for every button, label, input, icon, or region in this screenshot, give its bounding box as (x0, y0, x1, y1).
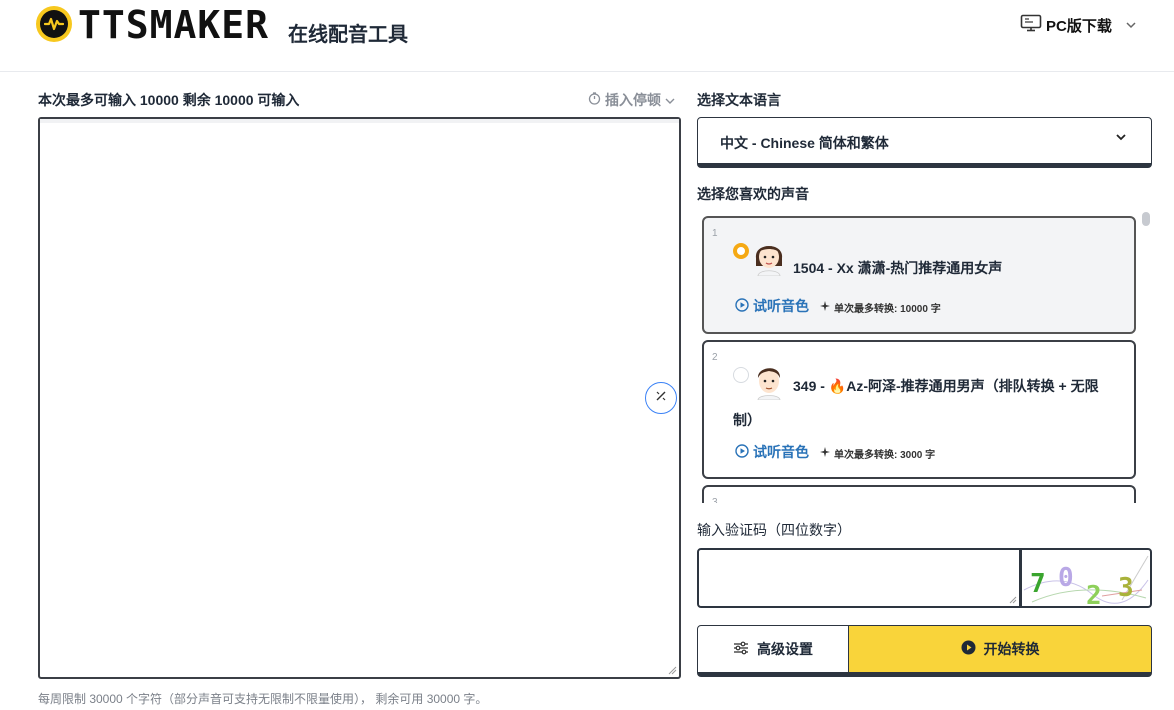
listen-label: 试听音色 (753, 444, 809, 460)
listen-label: 试听音色 (753, 298, 809, 314)
chevron-down-icon (1126, 18, 1136, 32)
start-convert-button[interactable]: 开始转换 (848, 625, 1152, 677)
sliders-icon (733, 641, 749, 658)
listen-voice-button[interactable]: 试听音色 (735, 442, 809, 462)
voice-label: 选择您喜欢的声音 (697, 186, 809, 202)
voice-limit-text: 单次最多转换: 10000 字 (834, 304, 941, 315)
advanced-settings-label: 高级设置 (757, 641, 813, 657)
brand-name[interactable]: TTSMAKER (78, 4, 269, 46)
header: TTSMAKER 在线配音工具 PC版下载 (0, 0, 1174, 72)
sparkle-icon (820, 447, 830, 460)
captcha-digit: 3 (1118, 573, 1134, 603)
insert-pause-label: 插入停顿 (605, 92, 661, 108)
female-avatar-icon (752, 236, 786, 277)
captcha-digit: 0 (1058, 563, 1074, 593)
voice-limit: 单次最多转换: 10000 字 (820, 300, 941, 315)
sparkle-icon (820, 301, 830, 314)
captcha-digit: 7 (1030, 569, 1046, 599)
voice-radio-2[interactable] (733, 367, 749, 383)
captcha-label: 输入验证码（四位数字） (697, 522, 851, 538)
voice-list-scrollbar[interactable] (1140, 210, 1152, 503)
voice-index: 3 (712, 497, 718, 503)
resize-handle-icon[interactable] (667, 665, 677, 675)
voice-name: 1504 - Xx 潇潇-热门推荐通用女声 (793, 260, 1003, 276)
captcha-image[interactable]: 7 0 2 3 (1020, 548, 1152, 608)
voice-card-3[interactable]: 3 (702, 485, 1136, 503)
voice-limit: 单次最多转换: 3000 字 (820, 446, 935, 461)
voice-card-2[interactable]: 2 349 - 🔥Az-阿泽-推荐通用男声（排队转换 + 无限 制） 试听音色 (702, 340, 1136, 479)
logo-icon[interactable] (36, 6, 72, 42)
pc-download-menu[interactable]: PC版下载 (1020, 14, 1136, 36)
weekly-limit-note: 每周限制 30000 个字符（部分声音可支持无限制不限量使用）， 剩余可用 30… (38, 692, 488, 706)
start-convert-label: 开始转换 (983, 641, 1040, 657)
male-avatar-icon (752, 360, 786, 401)
voice-limit-text: 单次最多转换: 3000 字 (834, 450, 936, 461)
pc-download-label: PC版下载 (1046, 17, 1112, 35)
text-input-area[interactable] (38, 117, 681, 679)
input-limit-info: 本次最多可输入 10000 剩余 10000 可输入 (38, 92, 300, 108)
voice-name: 349 - 🔥Az-阿泽-推荐通用男声（排队转换 + 无限 (793, 378, 1099, 394)
advanced-settings-button[interactable]: 高级设置 (697, 625, 849, 677)
language-selected-value: 中文 - Chinese 简体和繁体 (720, 135, 889, 151)
chevron-down-icon (665, 92, 675, 108)
voice-radio-1[interactable] (733, 243, 749, 259)
captcha-digit: 2 (1086, 581, 1102, 606)
voice-list[interactable]: 1 1504 - Xx 潇潇-热门推荐通用女声 试听音色 单次最多转换: 100… (697, 210, 1153, 503)
voice-index: 2 (712, 352, 718, 363)
voice-index: 1 (712, 228, 718, 239)
timer-icon (588, 92, 601, 108)
resize-handle-icon (1009, 596, 1017, 604)
chevron-down-icon (1115, 131, 1127, 145)
magic-wand-icon (654, 389, 668, 408)
captcha-input[interactable] (697, 548, 1021, 608)
language-label: 选择文本语言 (697, 92, 781, 108)
play-circle-icon (961, 640, 976, 658)
voice-card-1[interactable]: 1 1504 - Xx 潇潇-热门推荐通用女声 试听音色 单次最多转换: 100… (702, 216, 1136, 334)
insert-pause-dropdown[interactable]: 插入停顿 (588, 90, 675, 110)
magic-wand-button[interactable] (645, 382, 677, 414)
desktop-icon (1020, 14, 1042, 36)
listen-voice-button[interactable]: 试听音色 (735, 296, 809, 316)
play-circle-icon (735, 297, 749, 315)
tagline: 在线配音工具 (288, 24, 408, 46)
play-circle-icon (735, 443, 749, 461)
language-select[interactable]: 中文 - Chinese 简体和繁体 (697, 117, 1152, 168)
voice-name-cont: 制） (733, 412, 761, 428)
